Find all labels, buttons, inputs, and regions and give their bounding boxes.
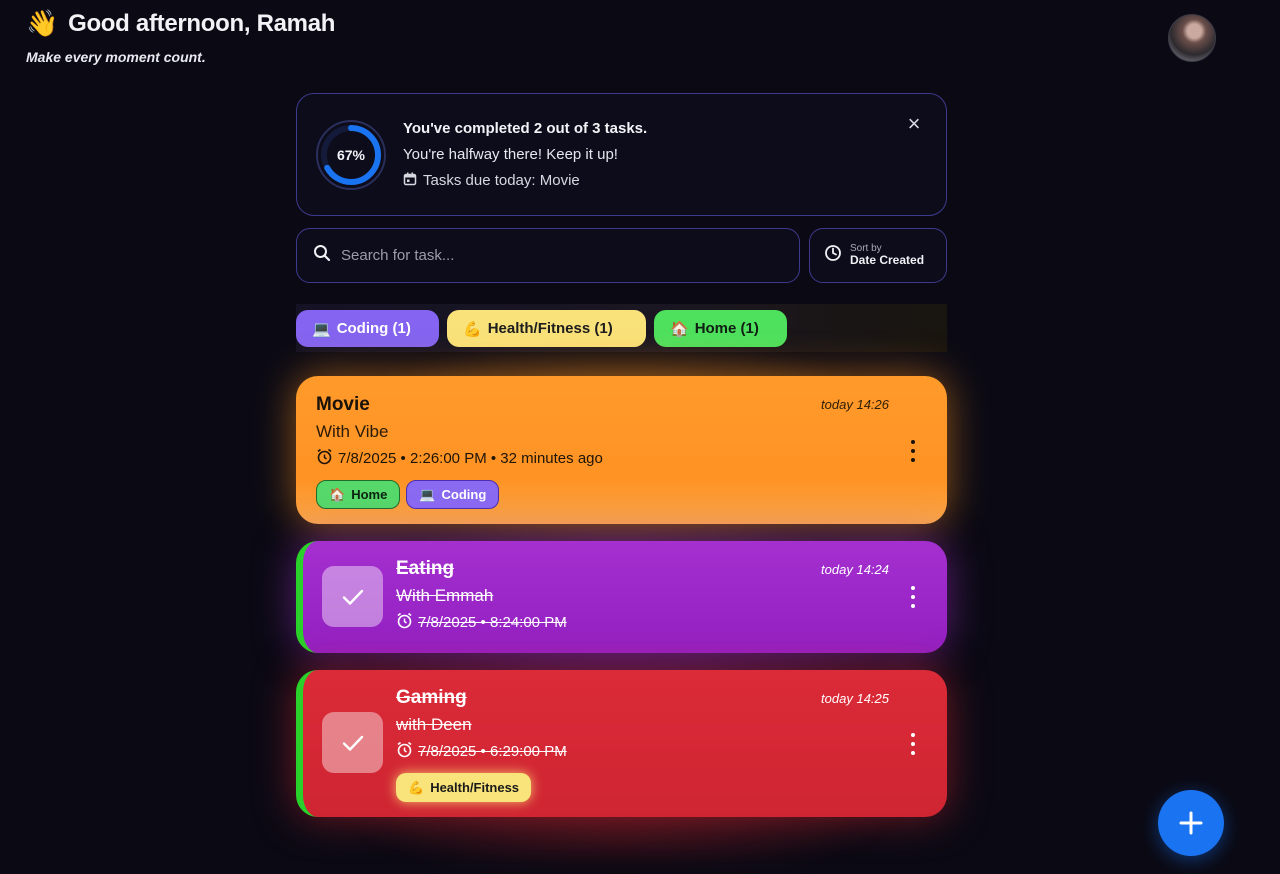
progress-ring: 67% bbox=[315, 119, 387, 191]
close-icon[interactable]: × bbox=[904, 113, 924, 135]
greeting: 👋 Good afternoon, Ramah bbox=[26, 8, 335, 39]
task-created-time: today 14:25 bbox=[821, 691, 889, 706]
search-box bbox=[296, 228, 800, 283]
progress-title: You've completed 2 out of 3 tasks. bbox=[403, 119, 648, 137]
clock-icon bbox=[824, 244, 842, 267]
task-date-text: 7/8/2025 • 6:29:00 PM bbox=[418, 743, 567, 760]
tag-health-fitness[interactable]: 💪 Health/Fitness bbox=[396, 773, 532, 802]
progress-card: 67% You've completed 2 out of 3 tasks. Y… bbox=[296, 93, 947, 216]
add-task-button[interactable] bbox=[1158, 790, 1224, 856]
category-label: Coding (1) bbox=[336, 320, 411, 337]
search-icon bbox=[313, 244, 331, 267]
wave-emoji: 👋 bbox=[26, 8, 59, 38]
task-created-time: today 14:24 bbox=[821, 562, 889, 577]
plus-icon bbox=[1179, 811, 1203, 835]
flexed-biceps-icon: 💪 bbox=[408, 779, 425, 795]
category-filter-bar: 💻 Coding (1) 💪 Health/Fitness (1) 🏠 Home… bbox=[296, 304, 947, 352]
category-chip-home[interactable]: 🏠 Home (1) bbox=[654, 310, 787, 347]
task-title: Movie bbox=[316, 394, 370, 415]
task-checkbox-checked[interactable] bbox=[322, 566, 383, 627]
laptop-icon: 💻 bbox=[419, 486, 436, 502]
task-tags: 🏠 Home 💻 Coding bbox=[316, 480, 500, 509]
progress-percent: 67% bbox=[336, 146, 366, 163]
task-card-eating[interactable]: Eating With Emmah 7/8/2025 • 8:24:00 PM … bbox=[296, 541, 947, 653]
more-vertical-icon[interactable] bbox=[907, 733, 919, 755]
category-label: Home (1) bbox=[694, 320, 759, 337]
check-icon bbox=[342, 589, 363, 605]
task-title: Eating bbox=[396, 558, 455, 579]
more-vertical-icon[interactable] bbox=[907, 440, 919, 462]
category-label: Health/Fitness (1) bbox=[487, 320, 613, 337]
task-checkbox-checked[interactable] bbox=[322, 712, 383, 773]
search-input[interactable] bbox=[341, 247, 799, 264]
calendar-icon bbox=[403, 172, 417, 190]
category-chip-health-fitness[interactable]: 💪 Health/Fitness (1) bbox=[447, 310, 646, 347]
task-card-movie[interactable]: Movie With Vibe 7/8/2025 • 2:26:00 PM • … bbox=[296, 376, 947, 524]
category-chip-coding[interactable]: 💻 Coding (1) bbox=[296, 310, 439, 347]
task-date: 7/8/2025 • 2:26:00 PM • 32 minutes ago bbox=[316, 448, 603, 469]
task-card-gaming[interactable]: Gaming with Deen 7/8/2025 • 6:29:00 PM t… bbox=[296, 670, 947, 817]
progress-subtitle: You're halfway there! Keep it up! bbox=[403, 145, 618, 163]
task-date: 7/8/2025 • 6:29:00 PM bbox=[396, 741, 567, 762]
house-icon: 🏠 bbox=[329, 486, 346, 502]
tag-label: Health/Fitness bbox=[430, 780, 520, 795]
due-today: Tasks due today: Movie bbox=[403, 172, 647, 190]
task-description: With Emmah bbox=[396, 586, 494, 605]
task-date-text: 7/8/2025 • 8:24:00 PM bbox=[418, 614, 567, 631]
task-description: With Vibe bbox=[316, 422, 389, 441]
task-tags: 💪 Health/Fitness bbox=[396, 773, 532, 802]
flexed-biceps-icon: 💪 bbox=[463, 320, 482, 338]
task-description: with Deen bbox=[396, 715, 472, 734]
more-vertical-icon[interactable] bbox=[907, 586, 919, 608]
tag-home[interactable]: 🏠 Home bbox=[316, 480, 401, 509]
sort-value: Date Created bbox=[850, 253, 925, 268]
due-today-text: Tasks due today: Movie bbox=[423, 172, 580, 189]
tag-coding[interactable]: 💻 Coding bbox=[406, 480, 500, 509]
tagline: Make every moment count. bbox=[26, 49, 206, 65]
alarm-icon bbox=[396, 741, 413, 762]
check-icon bbox=[342, 735, 363, 751]
avatar[interactable] bbox=[1168, 14, 1216, 62]
task-date-text: 7/8/2025 • 2:26:00 PM • 32 minutes ago bbox=[338, 450, 603, 467]
house-icon: 🏠 bbox=[670, 320, 689, 338]
tag-label: Home bbox=[351, 487, 388, 502]
task-date: 7/8/2025 • 8:24:00 PM bbox=[396, 612, 567, 633]
header: 👋 Good afternoon, Ramah Make every momen… bbox=[26, 8, 335, 65]
task-created-time: today 14:26 bbox=[821, 397, 889, 412]
alarm-icon bbox=[396, 612, 413, 633]
task-title: Gaming bbox=[396, 687, 467, 708]
greeting-text: Good afternoon, Ramah bbox=[68, 9, 336, 37]
laptop-icon: 💻 bbox=[312, 320, 331, 338]
tag-label: Coding bbox=[441, 487, 487, 502]
alarm-icon bbox=[316, 448, 333, 469]
sort-button[interactable]: Sort by Date Created bbox=[809, 228, 947, 283]
